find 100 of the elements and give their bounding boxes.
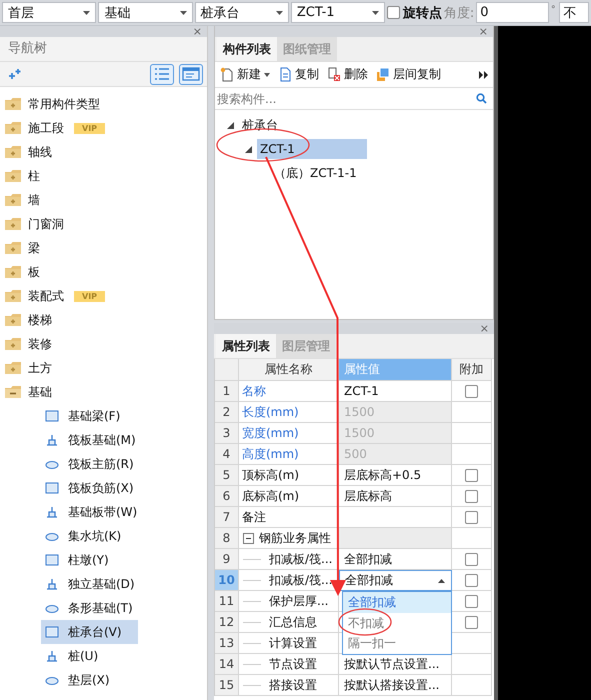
nav-tree-item[interactable]: 筏板基础(M) — [41, 428, 138, 452]
caret-icon — [83, 10, 90, 14]
toolbar-button[interactable]: 新建 — [220, 66, 270, 83]
property-value[interactable]: 层底标高+0.5 — [339, 465, 452, 486]
panel-title: 导航树 — [0, 37, 207, 62]
more-icon[interactable] — [479, 70, 488, 78]
nav-tree-item[interactable]: 集水坑(K) — [41, 524, 138, 548]
property-value[interactable]: 全部扣减 — [339, 549, 452, 570]
table-cell — [452, 675, 492, 696]
list-view-button[interactable] — [150, 64, 174, 84]
expand-arrow-icon[interactable] — [227, 122, 234, 128]
nav-tree-item[interactable]: 常用构件类型 — [0, 92, 207, 116]
nav-tree-item[interactable]: 基础 — [0, 380, 207, 404]
nav-tree-item[interactable]: 垫层(X) — [41, 668, 138, 692]
nav-tree-item[interactable]: 桩承台(V) — [41, 620, 138, 644]
row-number[interactable]: 11 — [215, 591, 239, 612]
attach-checkbox[interactable] — [465, 552, 478, 566]
close-button[interactable]: × — [480, 323, 494, 334]
dropdown-option[interactable]: 全部扣减 — [343, 592, 451, 612]
panel-tab[interactable]: 属性列表 — [216, 334, 276, 358]
toolbar-button[interactable]: 复制 — [278, 66, 319, 83]
nav-tree-item[interactable]: 基础梁(F) — [41, 404, 138, 428]
attach-checkbox[interactable] — [465, 594, 478, 608]
nav-tree-item[interactable]: 轴线 — [0, 140, 207, 164]
nav-tree-item[interactable]: 筏板主筋(R) — [41, 452, 138, 476]
row-number[interactable]: 3 — [215, 423, 239, 444]
tree-item[interactable]: ZCT-1 — [257, 139, 367, 159]
nav-tree-item[interactable]: 独立基础(D) — [41, 572, 138, 596]
nav-tree-item[interactable]: 桩(U) — [41, 644, 138, 668]
collapse-toggle-icon[interactable] — [243, 532, 254, 544]
nav-tree-item[interactable]: 筏板负筋(X) — [41, 476, 138, 500]
row-number[interactable]: 4 — [215, 444, 239, 465]
close-button[interactable]: × — [192, 26, 207, 37]
caret-icon — [180, 10, 187, 14]
row-number[interactable]: 15 — [215, 675, 239, 696]
selector-dropdown[interactable]: 基础 — [98, 2, 193, 23]
row-number[interactable]: 7 — [215, 507, 239, 528]
nav-tree-item[interactable]: 墙 — [0, 188, 207, 212]
property-value[interactable]: 按默认搭接设置... — [339, 675, 452, 696]
row-number[interactable]: 1 — [215, 381, 239, 402]
row-number[interactable]: 14 — [215, 654, 239, 675]
offset-selector[interactable]: 不 — [559, 2, 589, 23]
row-number[interactable]: 9 — [215, 549, 239, 570]
row-number[interactable]: 6 — [215, 486, 239, 507]
attach-checkbox[interactable] — [465, 384, 478, 398]
close-button[interactable]: × — [478, 26, 493, 37]
attach-checkbox[interactable] — [465, 616, 478, 628]
nav-tree-item[interactable]: 施工段 VIP — [0, 116, 207, 140]
property-name: 底标高(m) — [239, 486, 339, 507]
attach-checkbox[interactable] — [465, 490, 478, 502]
nav-tree-item[interactable]: 柱 — [0, 164, 207, 188]
row-number[interactable]: 12 — [215, 612, 239, 633]
property-name: 搭接设置 — [269, 676, 317, 694]
rotate-point-checkbox[interactable] — [387, 6, 400, 19]
value-dropdown[interactable]: 全部扣减 — [339, 570, 452, 591]
caret-icon — [438, 578, 445, 582]
component-icon — [44, 552, 60, 568]
nav-tree-item[interactable]: 梁 — [0, 236, 207, 260]
angle-input-field[interactable]: 0 — [476, 2, 549, 23]
nav-tree-item[interactable]: 基础板带(W) — [41, 500, 138, 524]
nav-tree-item[interactable]: 板 — [0, 260, 207, 284]
toolbar-button[interactable]: 层间复制 — [376, 66, 441, 83]
property-name: 节点设置 — [269, 656, 317, 672]
nav-tree-item[interactable]: 土方 — [0, 356, 207, 380]
component-icon — [44, 408, 60, 424]
attach-checkbox[interactable] — [465, 574, 478, 586]
row-number[interactable]: 5 — [215, 465, 239, 486]
nav-tree-item[interactable]: 条形基础(T) — [41, 596, 138, 620]
search-icon[interactable] — [476, 93, 487, 104]
nav-tree-item[interactable]: 楼梯 — [0, 308, 207, 332]
row-number[interactable]: 13 — [215, 633, 239, 654]
row-number[interactable]: 8 — [215, 528, 239, 549]
dropdown-option[interactable]: 隔一扣一 — [343, 633, 451, 654]
list-icon — [154, 67, 170, 81]
component-icon — [44, 624, 60, 640]
property-value[interactable]: 层底标高 — [339, 486, 452, 507]
expand-arrow-icon[interactable] — [245, 146, 252, 152]
tree-item[interactable]: （底）ZCT-1-1 — [271, 162, 360, 184]
column-header: 属性值 — [339, 359, 452, 381]
group-name: 钢筋业务属性 — [259, 530, 331, 546]
window-view-button[interactable] — [179, 64, 203, 84]
selector-dropdown[interactable]: 桩承台 — [194, 2, 289, 23]
dropdown-option[interactable]: 不扣减 — [343, 612, 451, 633]
panel-tab[interactable]: 构件列表 — [217, 37, 277, 61]
selector-dropdown[interactable]: 首层 — [2, 2, 96, 23]
dropdown-value: 全部扣减 — [345, 572, 393, 589]
nav-tree-item[interactable]: 装修 — [0, 332, 207, 356]
rotate-point-label: 旋转点 — [402, 4, 442, 22]
row-number[interactable]: 2 — [215, 402, 239, 423]
selector-dropdown[interactable]: ZCT-1 — [290, 2, 386, 23]
sparkle-icon[interactable] — [8, 68, 22, 80]
nav-tree-item[interactable]: 装配式 VIP — [0, 284, 207, 308]
toolbar-button[interactable]: 删除 — [327, 66, 368, 83]
nav-tree-item[interactable]: 门窗洞 — [0, 212, 207, 236]
degree-unit: ° — [550, 5, 556, 15]
attach-checkbox[interactable] — [465, 510, 478, 524]
column-header: 属性名称 — [239, 359, 339, 381]
delete-document-icon — [327, 67, 341, 82]
attach-checkbox[interactable] — [465, 468, 478, 482]
nav-tree-item[interactable]: 柱墩(Y) — [41, 548, 138, 572]
